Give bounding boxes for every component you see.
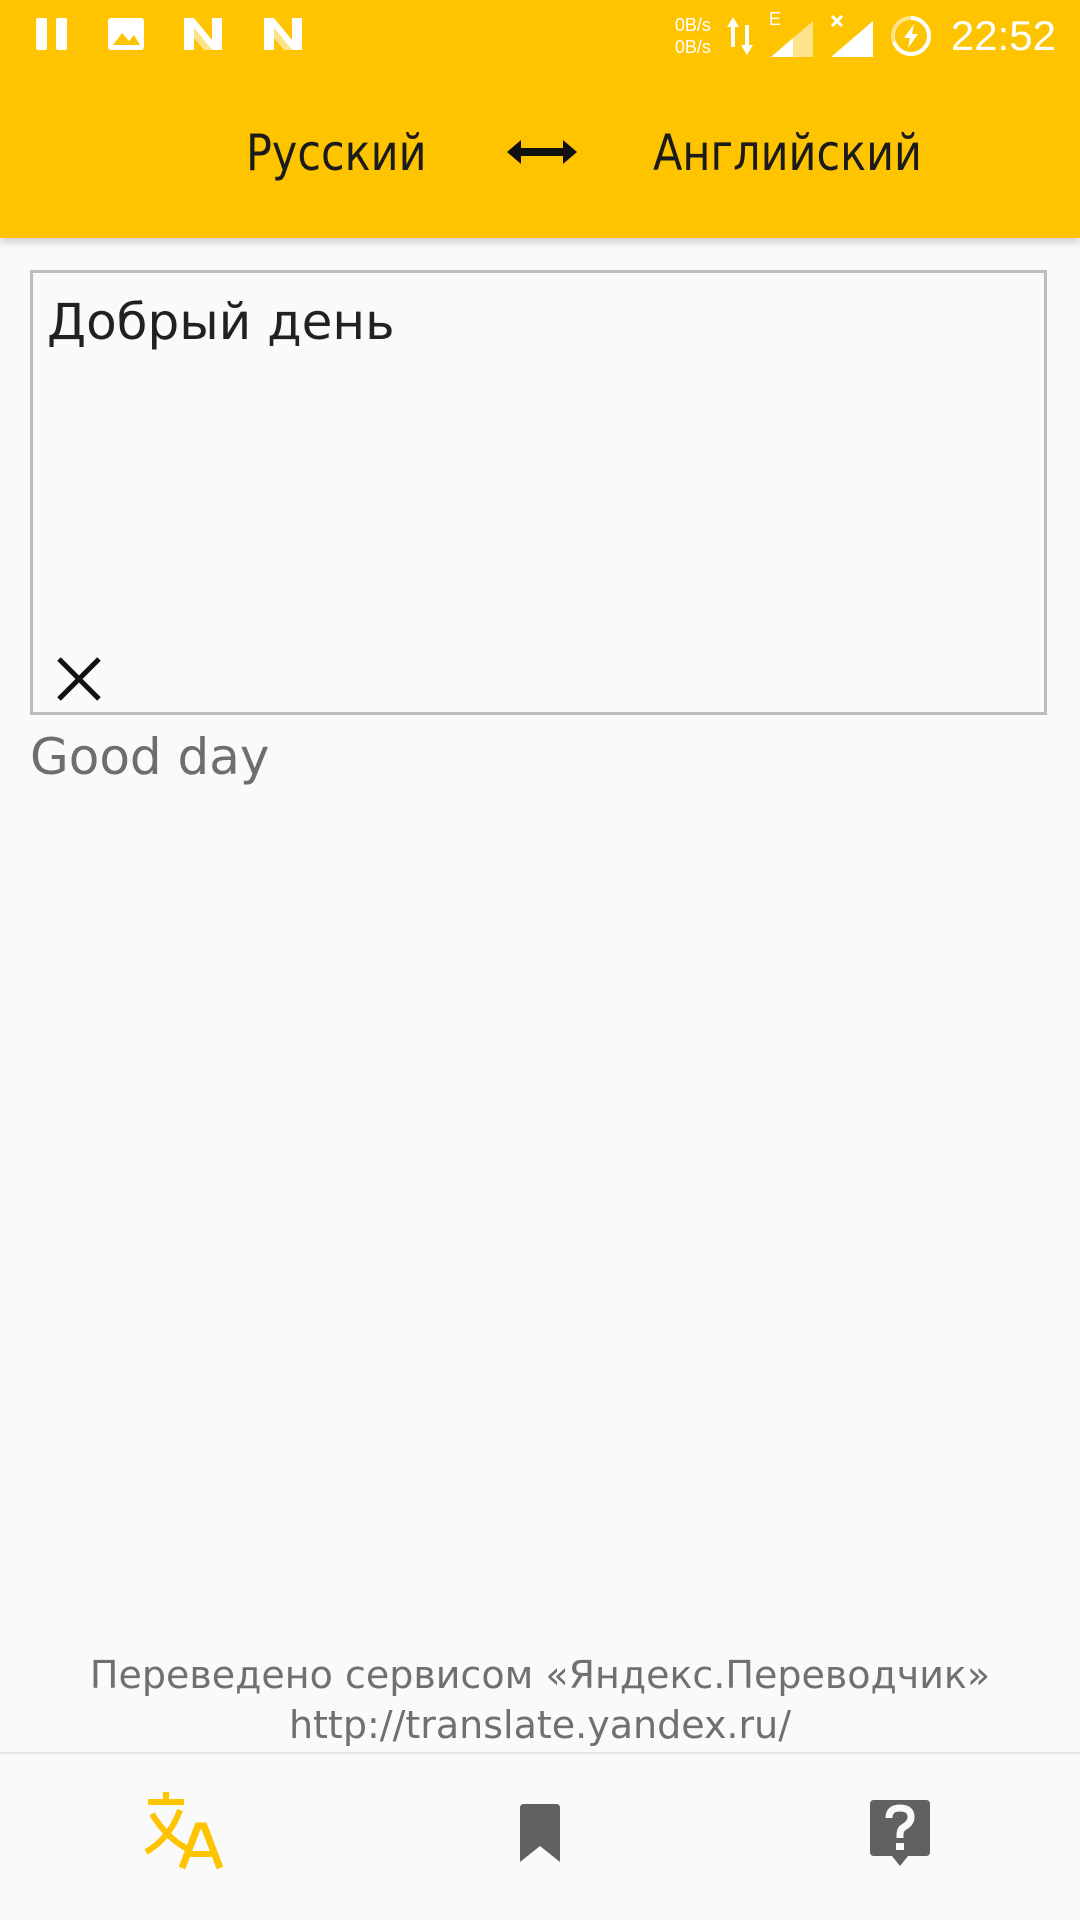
source-language-button[interactable]: Русский xyxy=(246,124,427,182)
battery-charging-icon xyxy=(890,16,931,56)
close-icon[interactable] xyxy=(51,651,107,707)
bookmark-icon xyxy=(520,1804,560,1862)
signal-icon xyxy=(770,21,813,57)
status-time: 22:52 xyxy=(950,12,1056,59)
system-status: 0B/s 0B/s E 22:52 xyxy=(675,9,1056,62)
source-text-value[interactable]: Добрый день xyxy=(47,293,395,351)
network-speed: 0B/s 0B/s xyxy=(675,14,711,58)
translator-app: 0B/s 0B/s E 22:52 Русский Английский Доб… xyxy=(0,0,1080,1920)
pause-icon xyxy=(36,18,67,50)
net-up-speed: 0B/s xyxy=(674,15,711,35)
data-arrows-icon xyxy=(726,17,753,55)
target-language-button[interactable]: Английский xyxy=(653,124,922,182)
translation-result: Good day xyxy=(30,728,270,786)
image-icon xyxy=(108,18,144,50)
notification-icons xyxy=(32,14,306,54)
source-text-input[interactable]: Добрый день xyxy=(30,270,1047,715)
status-bar: 0B/s 0B/s E 22:52 xyxy=(0,0,1080,72)
n-notification-icon xyxy=(184,18,222,50)
no-sim-signal-icon xyxy=(830,14,873,57)
swap-arrows-icon[interactable] xyxy=(505,134,579,170)
app-bar: 0B/s 0B/s E 22:52 Русский Английский xyxy=(0,0,1080,238)
nav-help[interactable] xyxy=(850,1780,950,1880)
language-toolbar: Русский Английский xyxy=(0,72,1080,238)
translate-icon xyxy=(144,1792,224,1870)
no-sim-group xyxy=(829,13,875,59)
nav-bookmarks[interactable] xyxy=(490,1780,590,1880)
nav-translate[interactable] xyxy=(130,1780,230,1880)
bottom-navigation xyxy=(0,1752,1080,1920)
n-notification-icon xyxy=(264,18,302,50)
help-icon xyxy=(870,1800,930,1866)
attribution-text: Переведено сервисом «Яндекс.Переводчик» xyxy=(89,1653,991,1697)
signal-group: E xyxy=(769,9,815,59)
net-down-speed: 0B/s xyxy=(674,37,711,57)
yandex-attribution: Переведено сервисом «Яндекс.Переводчик» … xyxy=(0,1650,1080,1750)
attribution-link[interactable]: http://translate.yandex.ru/ xyxy=(0,1700,1080,1750)
